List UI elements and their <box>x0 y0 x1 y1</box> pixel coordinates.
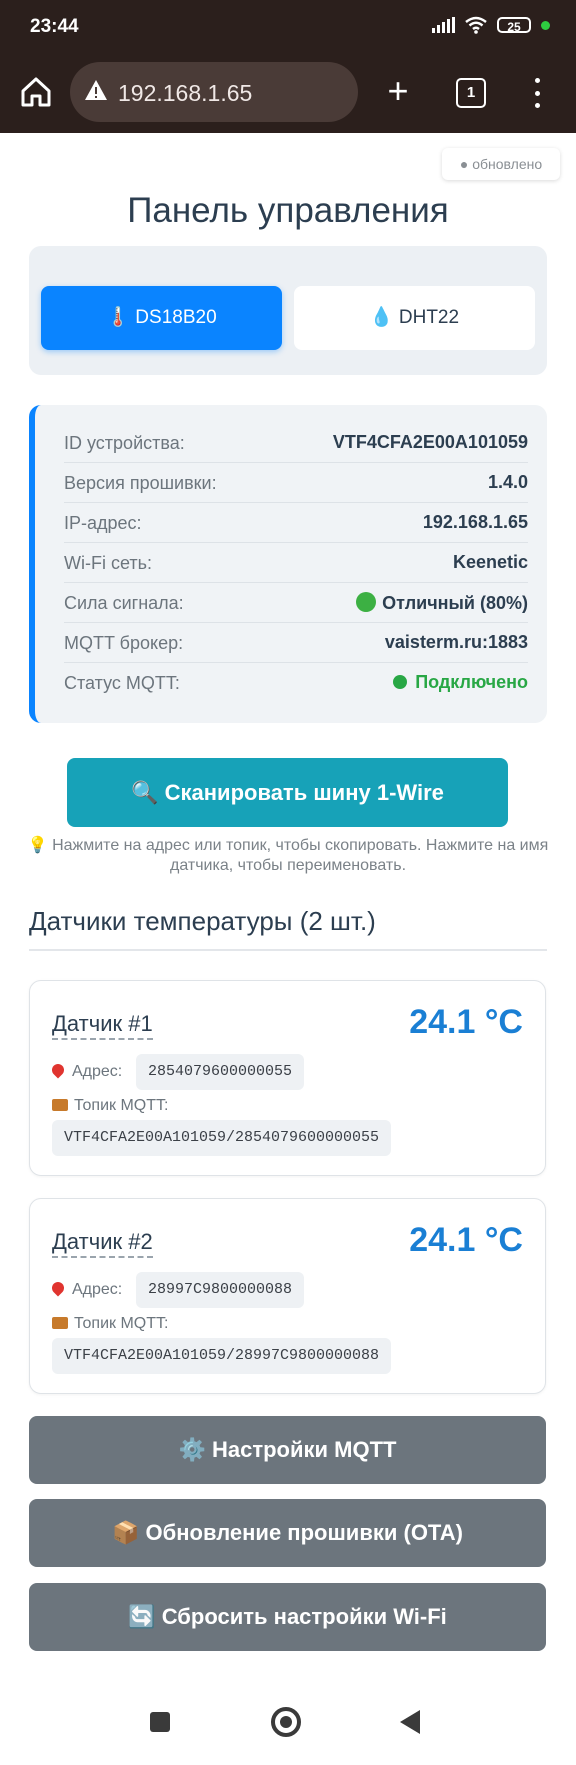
browser-chrome: 23:44 25 192.168.1.65 + 1 <box>0 0 576 133</box>
outbox-icon <box>52 1099 68 1111</box>
wifi-icon <box>465 16 487 34</box>
topic-label: Топик MQTT: <box>52 1315 168 1333</box>
hint-text: 💡 Нажмите на адрес или топик, чтобы скоп… <box>27 837 549 874</box>
warning-icon[interactable] <box>84 79 108 101</box>
thermometer-icon: 🌡️ <box>106 307 131 328</box>
sensor-address[interactable]: 28997C9800000088 <box>136 1272 305 1308</box>
address-label: Адрес: <box>49 1279 122 1299</box>
signal-status-icon <box>356 592 377 612</box>
new-tab-button[interactable]: + <box>380 73 416 110</box>
pin-icon <box>49 1061 67 1079</box>
recording-dot-icon <box>541 20 550 30</box>
signal-value: Отличный (80%) <box>356 592 528 614</box>
signal-text: Отличный (80%) <box>382 593 528 613</box>
sensor-name[interactable]: Датчик #1 <box>52 1011 153 1040</box>
info-row-wifi: Wi-Fi сеть: Keenetic <box>64 542 528 583</box>
sensor-card: Датчик #1 24.1 °C Адрес: 285407960000005… <box>29 980 546 1176</box>
mqtt-status-text: Подключено <box>415 672 528 692</box>
page-title: Панель управления <box>127 191 449 230</box>
device-id-value: VTF4CFA2E00A101059 <box>332 432 528 452</box>
cell-signal-icon <box>432 17 455 33</box>
scan-1wire-button[interactable]: 🔍 Сканировать шину 1-Wire <box>67 758 508 827</box>
sensor-temperature: 24.1 °C <box>409 1003 523 1041</box>
mqtt-status-value: Подключено <box>393 672 528 693</box>
sensor-type-tabs: 🌡️ DS18B20 💧 DHT22 <box>29 246 547 375</box>
status-icons: 25 <box>432 16 550 34</box>
pin-icon <box>49 1279 67 1297</box>
tab-label: DS18B20 <box>135 307 217 328</box>
info-label: IP-адрес: <box>64 513 142 533</box>
info-row-ip: IP-адрес: 192.168.1.65 <box>64 502 528 543</box>
info-row-firmware: Версия прошивки: 1.4.0 <box>64 462 528 503</box>
info-row-device-id: ID устройства: VTF4CFA2E00A101059 <box>64 422 528 463</box>
info-row-mqtt-status: Статус MQTT: Подключено <box>64 662 528 702</box>
mqtt-broker-value: vaisterm.ru:1883 <box>384 632 528 652</box>
home-icon[interactable] <box>18 74 54 110</box>
address-label: Адрес: <box>49 1061 122 1081</box>
sensor-name[interactable]: Датчик #2 <box>52 1229 153 1258</box>
sensor-address[interactable]: 2854079600000055 <box>136 1054 305 1090</box>
tab-label: DHT22 <box>398 307 460 328</box>
info-label: Сила сигнала: <box>64 593 184 613</box>
info-row-signal: Сила сигнала: Отличный (80%) <box>64 582 528 623</box>
mqtt-settings-button[interactable]: ⚙️ Настройки MQTT <box>29 1416 546 1484</box>
outbox-icon <box>52 1317 68 1329</box>
home-nav-icon[interactable] <box>271 1707 301 1737</box>
tab-dht22[interactable]: 💧 DHT22 <box>294 286 535 350</box>
sensor-topic[interactable]: VTF4CFA2E00A101059/2854079600000055 <box>52 1120 392 1156</box>
wifi-value: Keenetic <box>452 552 528 572</box>
info-label: Wi-Fi сеть: <box>64 553 153 573</box>
section-title: Датчики температуры (2 шт.) <box>29 906 376 936</box>
battery-icon: 25 <box>497 17 531 34</box>
sensor-temperature: 24.1 °C <box>409 1221 523 1259</box>
browser-toolbar: 192.168.1.65 + 1 <box>0 60 576 126</box>
droplet-icon: 💧 <box>369 307 394 328</box>
recents-icon[interactable] <box>150 1712 170 1732</box>
info-label: Версия прошивки: <box>64 473 217 493</box>
status-time: 23:44 <box>30 16 79 37</box>
info-label: ID устройства: <box>64 433 185 453</box>
reset-wifi-button[interactable]: 🔄 Сбросить настройки Wi-Fi <box>29 1583 546 1651</box>
address-bar[interactable]: 192.168.1.65 <box>70 62 358 122</box>
device-info-panel: ID устройства: VTF4CFA2E00A101059 Версия… <box>29 405 547 723</box>
browser-menu-button[interactable] <box>532 78 542 108</box>
sensor-topic[interactable]: VTF4CFA2E00A101059/28997C9800000088 <box>52 1338 392 1374</box>
section-divider <box>29 949 547 951</box>
firmware-value: 1.4.0 <box>487 472 528 492</box>
info-label: Статус MQTT: <box>64 673 180 693</box>
tab-switcher-button[interactable]: 1 <box>456 78 486 108</box>
url-text[interactable]: 192.168.1.65 <box>118 80 252 107</box>
info-row-mqtt-broker: MQTT брокер: vaisterm.ru:1883 <box>64 622 528 663</box>
ota-update-button[interactable]: 📦 Обновление прошивки (OTA) <box>29 1499 546 1567</box>
updated-badge: ● обновлено <box>442 148 560 180</box>
status-bar: 23:44 25 <box>0 0 576 52</box>
ip-value: 192.168.1.65 <box>422 512 528 532</box>
back-icon[interactable] <box>400 1710 420 1734</box>
topic-label: Топик MQTT: <box>52 1097 168 1115</box>
tab-ds18b20[interactable]: 🌡️ DS18B20 <box>41 286 282 350</box>
system-nav-bar <box>0 1680 576 1765</box>
info-label: MQTT брокер: <box>64 633 184 653</box>
status-dot-icon <box>393 675 408 689</box>
sensor-card: Датчик #2 24.1 °C Адрес: 28997C980000008… <box>29 1198 546 1394</box>
